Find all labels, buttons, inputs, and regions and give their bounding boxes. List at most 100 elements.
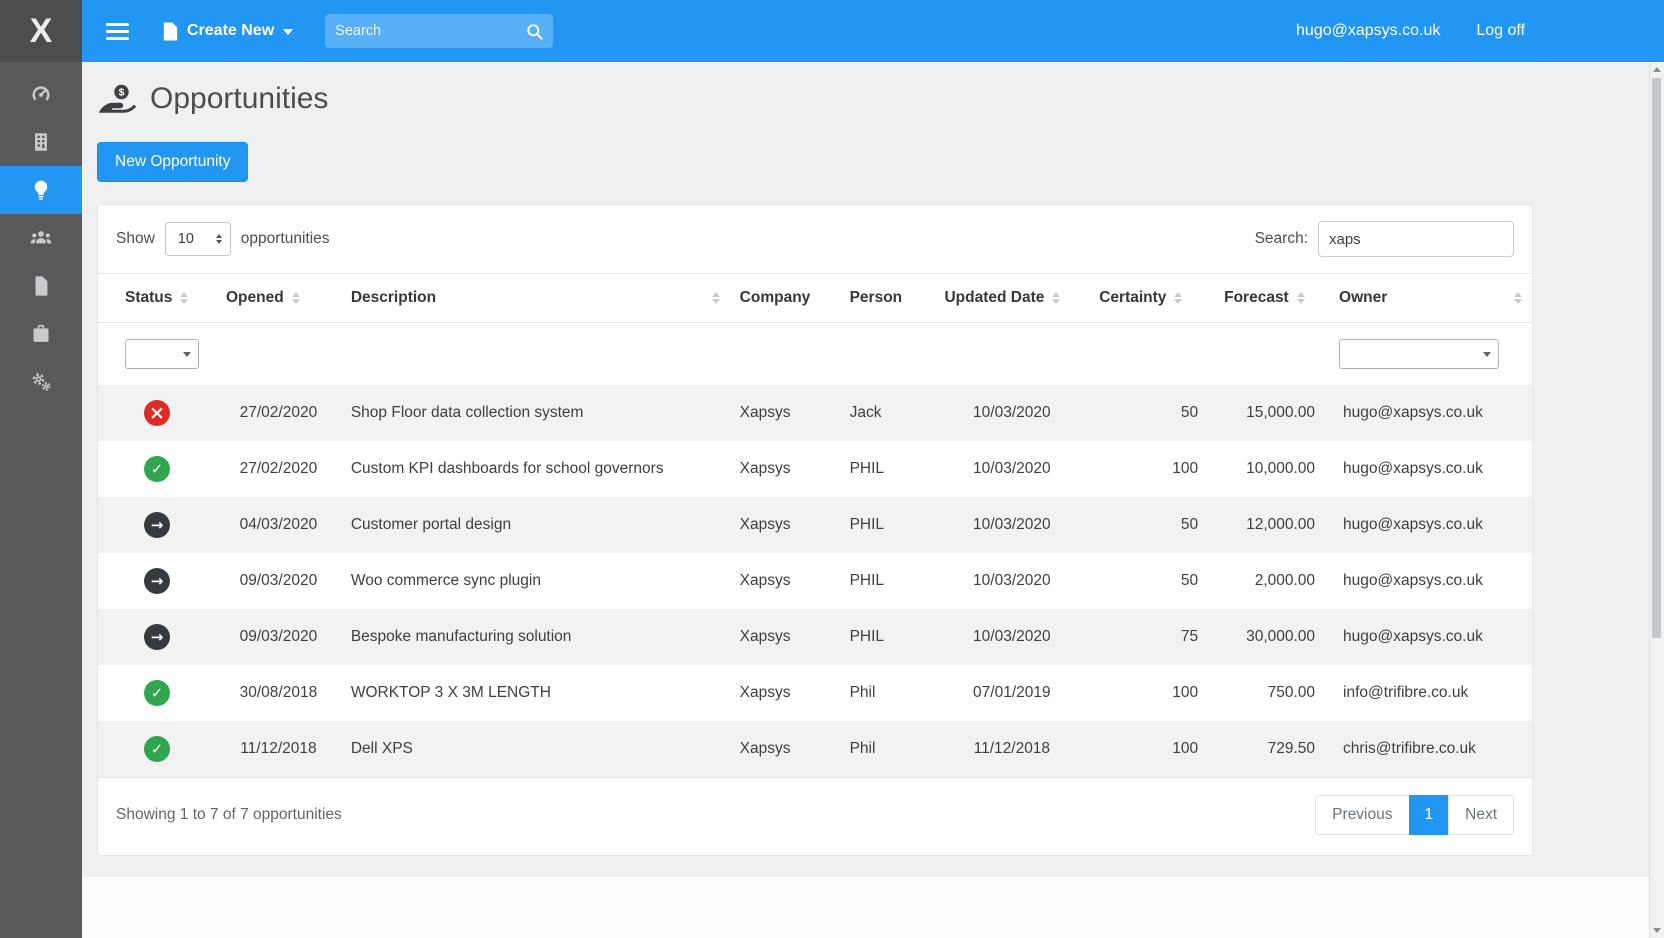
column-label: Description — [351, 289, 436, 307]
certainty-cell: 100 — [1089, 441, 1214, 497]
updated-date-cell: 10/03/2020 — [934, 553, 1089, 609]
page-1-button[interactable]: 1 — [1409, 795, 1450, 835]
chevron-down-icon — [1483, 352, 1491, 357]
table-row[interactable]: 11/12/2018 Dell XPS Xapsys Phil 11/12/20… — [98, 721, 1532, 777]
owner-cell: hugo@xapsys.co.uk — [1329, 553, 1532, 609]
table-row[interactable]: 04/03/2020 Customer portal design Xapsys… — [98, 497, 1532, 553]
document-icon — [30, 275, 52, 297]
scroll-up-button[interactable] — [1650, 62, 1664, 77]
updated-date-cell: 11/12/2018 — [934, 721, 1089, 777]
owner-filter-select[interactable] — [1339, 339, 1499, 369]
show-suffix-label: opportunities — [241, 230, 330, 248]
hamburger-icon — [106, 23, 129, 26]
sort-icon[interactable] — [292, 292, 300, 304]
status-icon — [144, 736, 170, 762]
column-header-forecast[interactable]: Forecast — [1214, 274, 1329, 323]
sidebar-item-settings[interactable] — [0, 358, 82, 406]
sidebar-item-contacts[interactable] — [0, 214, 82, 262]
column-header-owner[interactable]: Owner — [1329, 274, 1532, 323]
sidebar-item-companies[interactable] — [0, 118, 82, 166]
topbar-search-input[interactable] — [335, 23, 526, 39]
create-new-button[interactable]: Create New — [163, 22, 293, 41]
status-filter-select[interactable] — [125, 339, 199, 369]
log-off-link[interactable]: Log off — [1476, 22, 1525, 40]
table-header-row: Status Opened Description Company — [98, 274, 1532, 323]
opened-cell: 09/03/2020 — [216, 609, 341, 665]
column-header-company[interactable]: Company — [730, 274, 840, 323]
table-row[interactable]: 30/08/2018 WORKTOP 3 X 3M LENGTH Xapsys … — [98, 665, 1532, 721]
company-cell: Xapsys — [730, 721, 840, 777]
sort-icon[interactable] — [1514, 292, 1522, 304]
column-header-certainty[interactable]: Certainty — [1089, 274, 1214, 323]
sort-icon[interactable] — [180, 292, 188, 304]
company-cell: Xapsys — [730, 609, 840, 665]
new-opportunity-button[interactable]: New Opportunity — [97, 142, 248, 182]
column-label: Owner — [1339, 289, 1387, 307]
gauge-icon — [30, 83, 52, 105]
table-body: 27/02/2020 Shop Floor data collection sy… — [98, 385, 1532, 777]
user-email[interactable]: hugo@xapsys.co.uk — [1296, 22, 1440, 40]
users-icon — [30, 227, 52, 249]
opened-cell: 27/02/2020 — [216, 441, 341, 497]
show-entries-select[interactable]: 10 — [165, 222, 231, 256]
column-header-person[interactable]: Person — [840, 274, 935, 323]
table-row[interactable]: 27/02/2020 Custom KPI dashboards for sch… — [98, 441, 1532, 497]
column-header-status[interactable]: Status — [98, 274, 216, 323]
company-cell: Xapsys — [730, 441, 840, 497]
sort-icon[interactable] — [1052, 292, 1060, 304]
column-label: Updated Date — [944, 289, 1044, 307]
arrow-down-icon — [1653, 928, 1661, 933]
menu-toggle-button[interactable] — [102, 19, 133, 44]
table-row[interactable]: 09/03/2020 Bespoke manufacturing solutio… — [98, 609, 1532, 665]
chevron-down-icon — [183, 352, 191, 357]
scrollbar-thumb[interactable] — [1652, 78, 1661, 638]
next-page-button[interactable]: Next — [1448, 795, 1514, 835]
page-title: $ Opportunities — [97, 82, 1649, 116]
status-cell — [98, 665, 216, 721]
column-label: Company — [740, 289, 811, 307]
certainty-cell: 50 — [1089, 553, 1214, 609]
owner-cell: hugo@xapsys.co.uk — [1329, 609, 1532, 665]
column-label: Opened — [226, 289, 284, 307]
owner-cell: chris@trifibre.co.uk — [1329, 721, 1532, 777]
description-cell: WORKTOP 3 X 3M LENGTH — [341, 665, 730, 721]
search-icon[interactable] — [526, 23, 543, 40]
column-label: Person — [850, 289, 903, 307]
forecast-cell: 15,000.00 — [1214, 385, 1329, 441]
table-search-input[interactable] — [1318, 221, 1514, 257]
column-header-opened[interactable]: Opened — [216, 274, 341, 323]
results-summary: Showing 1 to 7 of 7 opportunities — [116, 806, 342, 824]
table-search-label: Search: — [1255, 230, 1308, 248]
previous-page-button[interactable]: Previous — [1315, 795, 1409, 835]
sort-icon[interactable] — [1174, 292, 1182, 304]
sidebar-item-opportunities[interactable] — [0, 166, 82, 214]
company-cell: Xapsys — [730, 553, 840, 609]
table-row[interactable]: 27/02/2020 Shop Floor data collection sy… — [98, 385, 1532, 441]
forecast-cell: 10,000.00 — [1214, 441, 1329, 497]
table-row[interactable]: 09/03/2020 Woo commerce sync plugin Xaps… — [98, 553, 1532, 609]
owner-cell: hugo@xapsys.co.uk — [1329, 497, 1532, 553]
sort-icon[interactable] — [1297, 292, 1305, 304]
column-header-description[interactable]: Description — [341, 274, 730, 323]
description-cell: Shop Floor data collection system — [341, 385, 730, 441]
person-cell: Jack — [840, 385, 935, 441]
column-label: Certainty — [1099, 289, 1166, 307]
scroll-down-button[interactable] — [1650, 923, 1664, 938]
pagination: Previous 1 Next — [1315, 795, 1514, 835]
description-cell: Dell XPS — [341, 721, 730, 777]
sidebar-item-dashboard[interactable] — [0, 70, 82, 118]
column-header-updated-date[interactable]: Updated Date — [934, 274, 1089, 323]
sidebar-item-jobs[interactable] — [0, 310, 82, 358]
status-cell — [98, 553, 216, 609]
status-icon — [144, 456, 170, 482]
status-cell — [98, 497, 216, 553]
show-label: Show — [116, 230, 155, 248]
status-icon — [144, 680, 170, 706]
sort-icon[interactable] — [712, 292, 720, 304]
app-logo[interactable]: X — [0, 0, 82, 62]
sidebar-item-documents[interactable] — [0, 262, 82, 310]
vertical-scrollbar[interactable] — [1649, 62, 1664, 938]
status-icon — [144, 512, 170, 538]
status-cell — [98, 609, 216, 665]
main-content: $ Opportunities New Opportunity Show 10 … — [82, 62, 1649, 938]
